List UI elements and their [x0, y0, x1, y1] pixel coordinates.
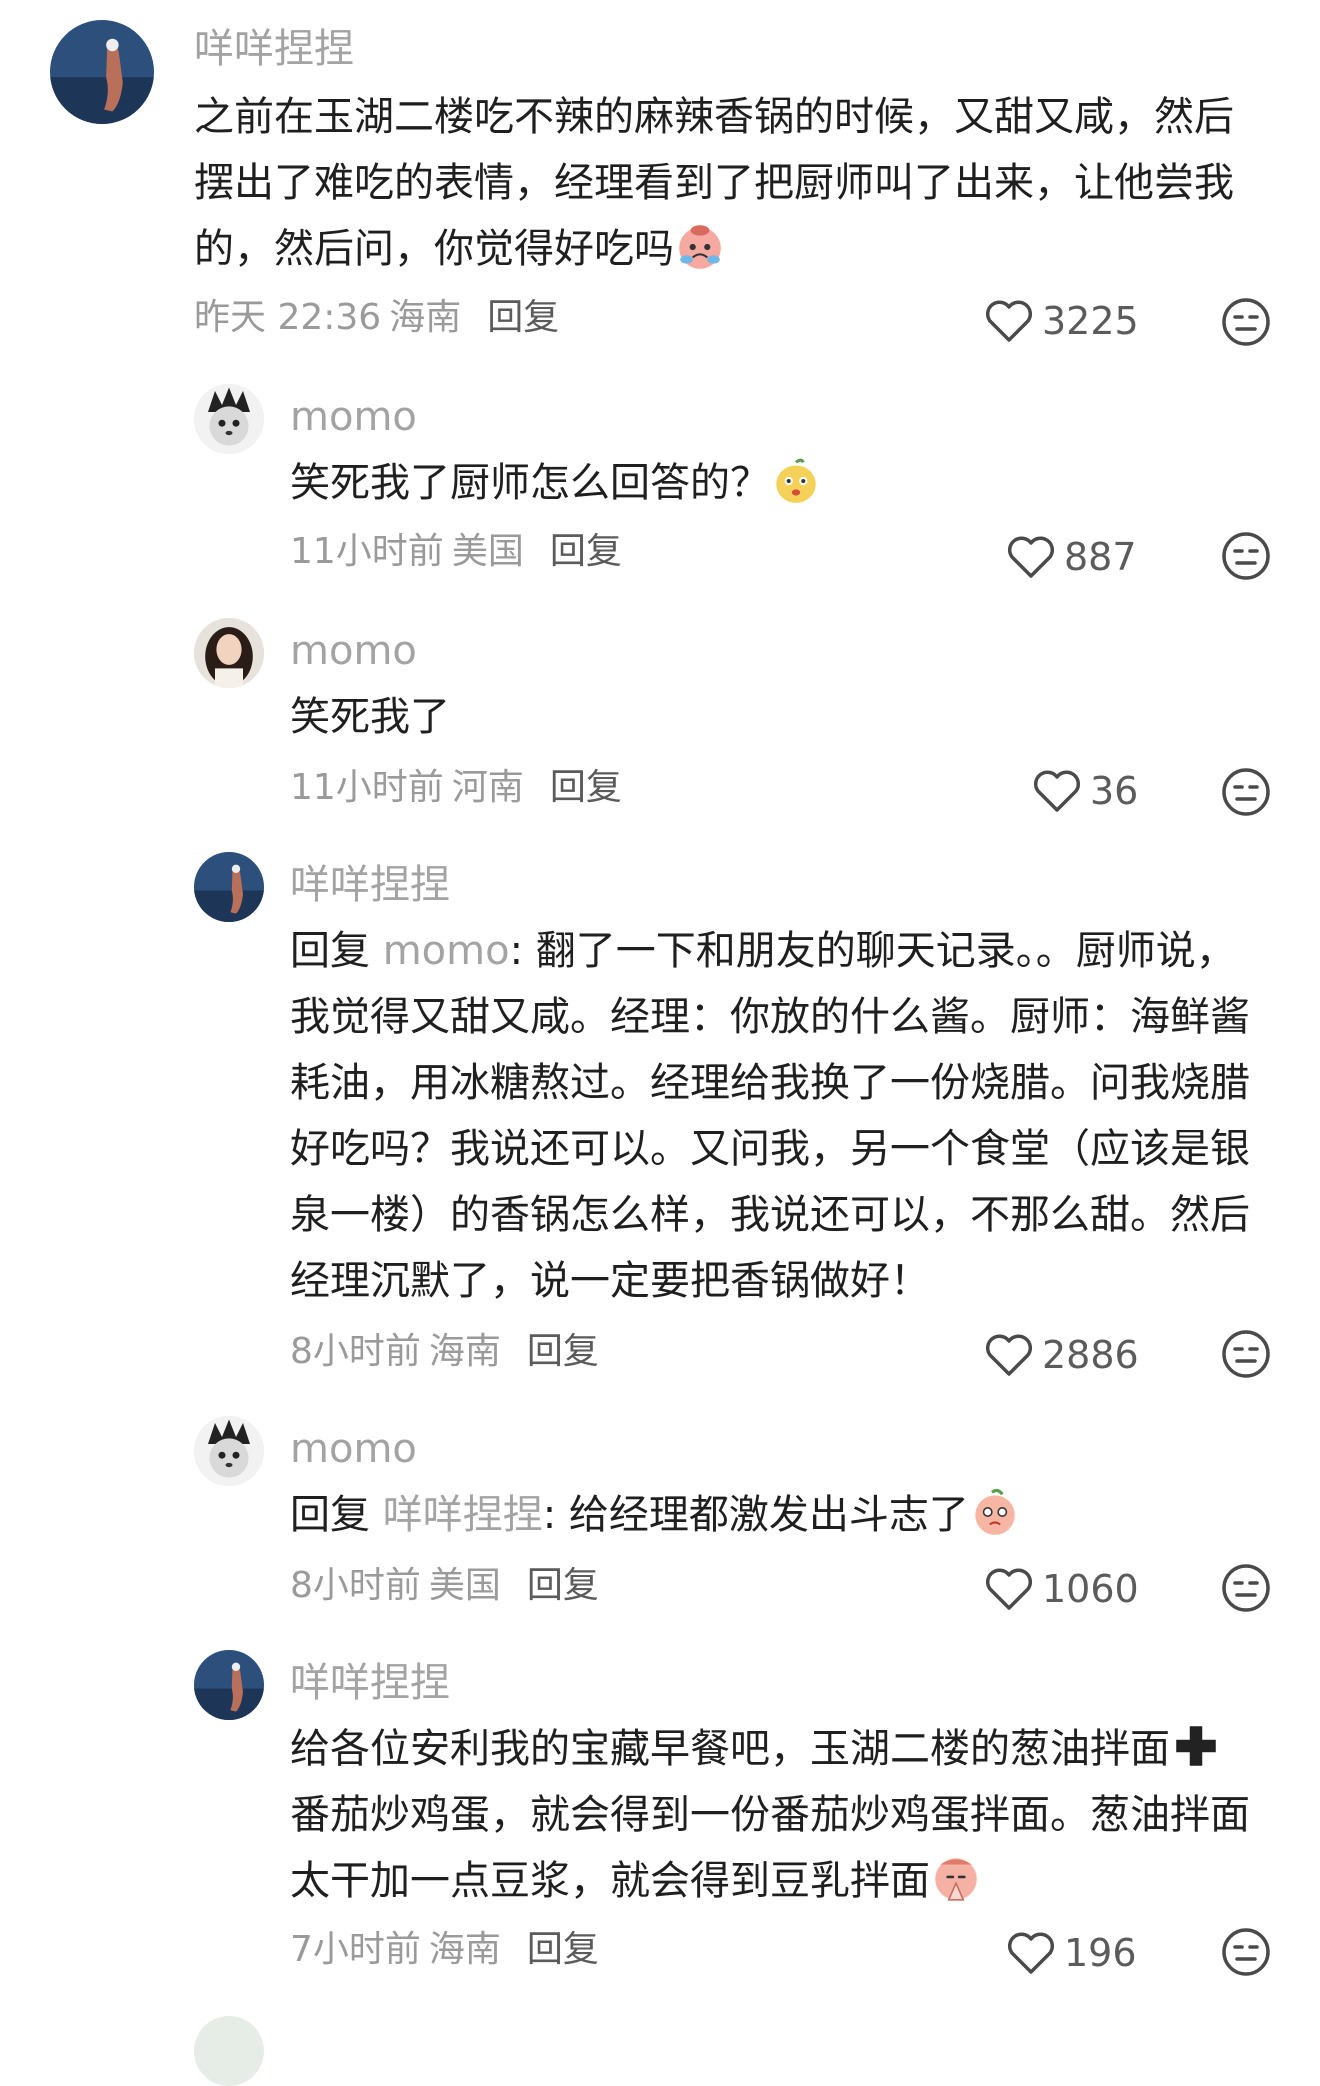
comment-meta: 7小时前 海南 回复	[290, 1928, 599, 1972]
dislike-face-icon[interactable]	[1220, 530, 1272, 582]
pray-face-emoji-icon	[935, 1858, 977, 1901]
comment-text-content: : 翻了一下和朋友的聊天记录。。厨师说，我觉得又甜又咸。经理：你放的什么酱。厨师…	[290, 928, 1250, 1304]
comment-meta: 11小时前 美国 回复	[290, 530, 622, 574]
comment-text-content: 笑死我了	[290, 694, 450, 740]
reply-prefix: 回复	[290, 1492, 370, 1538]
dislike-face-icon[interactable]	[1220, 1926, 1272, 1978]
comment-username[interactable]: momo	[290, 392, 417, 442]
heart-icon	[1007, 536, 1055, 578]
comment-time: 7小时前	[290, 1929, 421, 1970]
plus-emoji-icon	[1176, 1726, 1216, 1766]
comment-username[interactable]: 咩咩捏捏	[290, 860, 450, 910]
comment-meta: 11小时前 河南 回复	[290, 766, 622, 810]
heart-icon	[1033, 770, 1081, 812]
heart-icon	[1007, 1932, 1055, 1974]
reply-target-username[interactable]: momo	[383, 928, 510, 974]
heart-icon	[985, 1334, 1033, 1376]
reply-button[interactable]: 回复	[527, 1331, 599, 1372]
comment-region: 美国	[451, 531, 524, 572]
reply-button[interactable]: 回复	[527, 1929, 599, 1970]
avatar-cat-icon	[194, 384, 264, 454]
comment-username[interactable]: 咩咩捏捏	[290, 1658, 450, 1708]
avatar-partial[interactable]	[194, 2016, 264, 2086]
like-count: 887	[1064, 535, 1137, 579]
reply-button[interactable]: 回复	[527, 1565, 599, 1606]
comment-time: 8小时前	[290, 1565, 421, 1606]
comment-meta: 8小时前 美国 回复	[290, 1564, 599, 1608]
comment-text: 笑死我了	[290, 684, 1250, 750]
avatar[interactable]	[50, 20, 154, 124]
crying-face-emoji-icon	[679, 225, 721, 269]
comment-region: 海南	[428, 1331, 501, 1372]
reply-button[interactable]: 回复	[550, 767, 622, 808]
comment-text-content: : 给经理都激发出斗志了	[542, 1492, 969, 1538]
avatar[interactable]	[194, 1416, 264, 1486]
peach-face-emoji-icon	[975, 1489, 1015, 1535]
reply-prefix: 回复	[290, 928, 370, 974]
avatar[interactable]	[194, 1650, 264, 1720]
comment-text-part1: 给各位安利我的宝藏早餐吧，玉湖二楼的葱油拌面	[290, 1726, 1170, 1772]
comment-text: 回复 咩咩捏捏: 给经理都激发出斗志了	[290, 1482, 1260, 1548]
avatar-cartoon-icon	[194, 1650, 264, 1720]
dislike-face-icon[interactable]	[1220, 766, 1272, 818]
like-count: 3225	[1042, 299, 1139, 343]
avatar[interactable]	[194, 618, 264, 688]
comment-username[interactable]: 咩咩捏捏	[194, 24, 354, 74]
comment-username[interactable]: momo	[290, 626, 417, 676]
comment-time: 8小时前	[290, 1331, 421, 1372]
reply-button[interactable]: 回复	[550, 531, 622, 572]
reply-target-username[interactable]: 咩咩捏捏	[383, 1492, 543, 1538]
like-count: 36	[1090, 769, 1139, 813]
avatar-woman-icon	[194, 618, 264, 688]
comment-time: 昨天 22:36	[194, 297, 382, 338]
avatar[interactable]	[194, 384, 264, 454]
comment-region: 美国	[428, 1565, 501, 1606]
dislike-face-icon[interactable]	[1220, 296, 1272, 348]
comment-time: 11小时前	[290, 531, 444, 572]
comment-text: 回复 momo: 翻了一下和朋友的聊天记录。。厨师说，我觉得又甜又咸。经理：你放…	[290, 918, 1260, 1314]
like-count: 196	[1064, 1931, 1137, 1975]
comment-meta: 昨天 22:36 海南 回复	[194, 296, 559, 340]
like-button[interactable]: 3225	[984, 298, 1139, 344]
comment-text: 之前在玉湖二楼吃不辣的麻辣香锅的时候，又甜又咸，然后摆出了难吃的表情，经理看到了…	[194, 84, 1244, 282]
pear-face-emoji-icon	[776, 458, 816, 503]
comment-region: 海南	[389, 297, 462, 338]
like-button[interactable]: 887	[1006, 534, 1137, 580]
avatar-cartoon-icon	[194, 852, 264, 922]
like-button[interactable]: 196	[1006, 1930, 1137, 1976]
like-count: 2886	[1042, 1333, 1139, 1377]
comment-time: 11小时前	[290, 767, 444, 808]
like-button[interactable]: 2886	[984, 1332, 1139, 1378]
reply-button[interactable]: 回复	[487, 297, 559, 338]
comment-region: 河南	[451, 767, 524, 808]
comment-text: 笑死我了厨师怎么回答的？	[290, 450, 1250, 516]
dislike-face-icon[interactable]	[1220, 1562, 1272, 1614]
comment-text-content: 笑死我了厨师怎么回答的？	[290, 460, 770, 506]
avatar-cartoon-icon	[50, 20, 154, 124]
comment-text: 给各位安利我的宝藏早餐吧，玉湖二楼的葱油拌面 番茄炒鸡蛋，就会得到一份番茄炒鸡蛋…	[290, 1716, 1260, 1914]
comment-text-part2: 番茄炒鸡蛋，就会得到一份番茄炒鸡蛋拌面。葱油拌面太干加一点豆浆，就会得到豆乳拌面	[290, 1792, 1250, 1904]
comment-username[interactable]: momo	[290, 1424, 417, 1474]
like-button[interactable]: 36	[1032, 768, 1138, 814]
comment-meta: 8小时前 海南 回复	[290, 1330, 599, 1374]
like-count: 1060	[1042, 1567, 1139, 1611]
avatar-cat-icon	[194, 1416, 264, 1486]
like-button[interactable]: 1060	[984, 1566, 1139, 1612]
heart-icon	[985, 300, 1033, 342]
heart-icon	[985, 1568, 1033, 1610]
dislike-face-icon[interactable]	[1220, 1328, 1272, 1380]
avatar[interactable]	[194, 852, 264, 922]
comment-region: 海南	[428, 1929, 501, 1970]
